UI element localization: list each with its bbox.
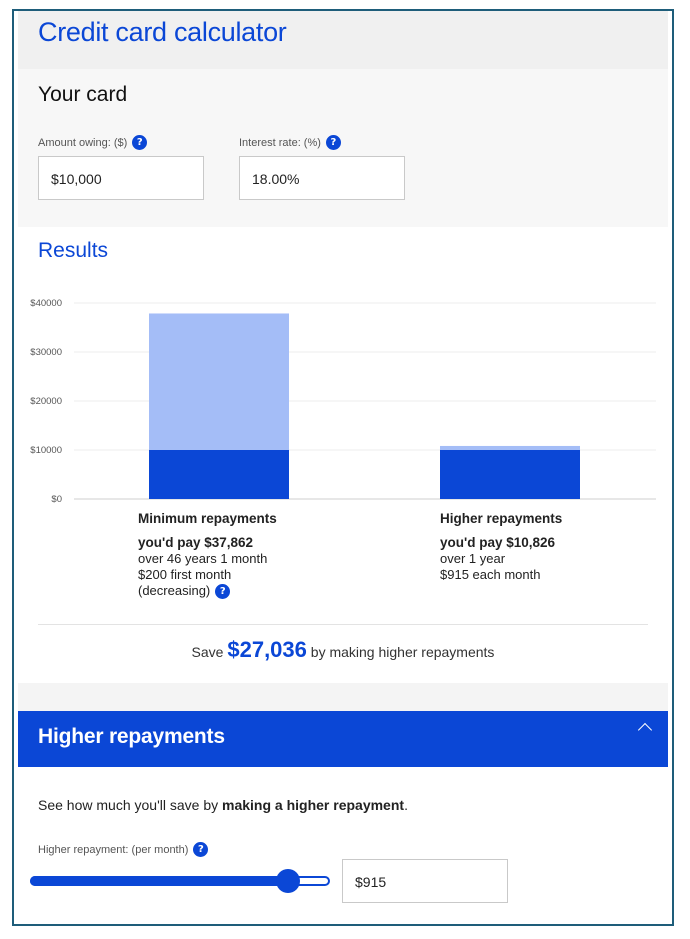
savings-suffix: by making higher repayments — [310, 644, 495, 660]
results-divider — [38, 624, 648, 625]
repayment-slider-handle[interactable] — [276, 869, 300, 893]
minimum-monthly: $200 first month — [138, 567, 232, 582]
higher-repayments-summary: Higher repayments you'd pay $10,826 over… — [440, 511, 562, 583]
principal-bar — [440, 450, 580, 499]
help-icon[interactable]: ? — [325, 135, 341, 150]
amount-owing-label: Amount owing: ($) ? — [38, 135, 148, 150]
description-bold: making a higher repayment — [222, 797, 405, 813]
results-section: Results $0 $10000 $20000 $30000 $40000 Minim… — [18, 227, 668, 684]
title-bar: Credit card calculator — [18, 11, 668, 70]
higher-repayment-label-text: Higher repayment: (per month) — [38, 843, 189, 856]
amount-owing-label-text: Amount owing: ($) — [38, 136, 128, 149]
higher-repayment-label: Higher repayment: (per month) ? — [38, 842, 209, 857]
interest-bar — [440, 445, 580, 450]
repayment-slider-fill — [30, 876, 288, 886]
principal-bar — [149, 450, 289, 499]
your-card-section: Your card Amount owing: ($) ? $10,000 In… — [18, 69, 668, 228]
help-icon[interactable]: ? — [132, 135, 148, 150]
interest-rate-label-text: Interest rate: (%) — [239, 136, 321, 149]
y-tick-label: $30000 — [30, 347, 62, 358]
repayment-chart: $0 $10000 $20000 $30000 $40000 — [30, 298, 656, 505]
amount-owing-input[interactable]: $10,000 — [38, 156, 204, 200]
higher-monthly: $915 each month — [440, 567, 541, 582]
help-icon[interactable]: ? — [193, 842, 209, 857]
minimum-repayments-summary: Minimum repayments you'd pay $37,862 ove… — [138, 511, 277, 599]
results-heading: Results — [38, 239, 109, 262]
savings-summary: Save $27,036 by making higher repayments — [18, 637, 668, 663]
higher-repayments-panel: See how much you'll save by making a hig… — [18, 767, 668, 924]
higher-total-paid: you'd pay $10,826 — [440, 535, 556, 550]
calculator-frame: Credit card calculator Your card Amount … — [12, 9, 674, 926]
higher-repayment-description: See how much you'll save by making a hig… — [38, 797, 408, 813]
section-gap — [18, 683, 668, 711]
higher-repayment-input[interactable]: $915 — [342, 859, 508, 903]
y-tick-label: $10000 — [30, 445, 62, 456]
minimum-duration: over 46 years 1 month — [138, 551, 268, 566]
higher-repayments-title: Higher repayments — [440, 511, 563, 526]
accordion-title: Higher repayments — [38, 725, 225, 748]
minimum-total-paid: you'd pay $37,862 — [138, 535, 254, 550]
higher-duration: over 1 year — [440, 551, 506, 566]
your-card-heading: Your card — [38, 83, 128, 106]
page-title: Credit card calculator — [38, 17, 287, 47]
savings-amount: $27,036 — [227, 637, 307, 662]
minimum-note-row: (decreasing) ? — [138, 583, 277, 599]
help-icon[interactable]: ? — [215, 583, 231, 599]
minimum-note: (decreasing) — [138, 583, 211, 598]
minimum-repayments-title: Minimum repayments — [138, 511, 277, 526]
higher-repayments-accordion-header[interactable]: Higher repayments — [18, 711, 668, 767]
description-prefix: See how much you'll save by — [38, 797, 222, 813]
description-suffix: . — [404, 797, 408, 813]
y-tick-label: $40000 — [30, 298, 62, 309]
interest-rate-input[interactable]: 18.00% — [239, 156, 405, 200]
chevron-up-icon[interactable] — [637, 722, 653, 738]
interest-bar — [149, 313, 289, 450]
savings-prefix: Save — [191, 644, 224, 660]
interest-rate-label: Interest rate: (%) ? — [239, 135, 341, 150]
y-tick-label: $0 — [51, 494, 62, 505]
y-tick-label: $20000 — [30, 396, 62, 407]
